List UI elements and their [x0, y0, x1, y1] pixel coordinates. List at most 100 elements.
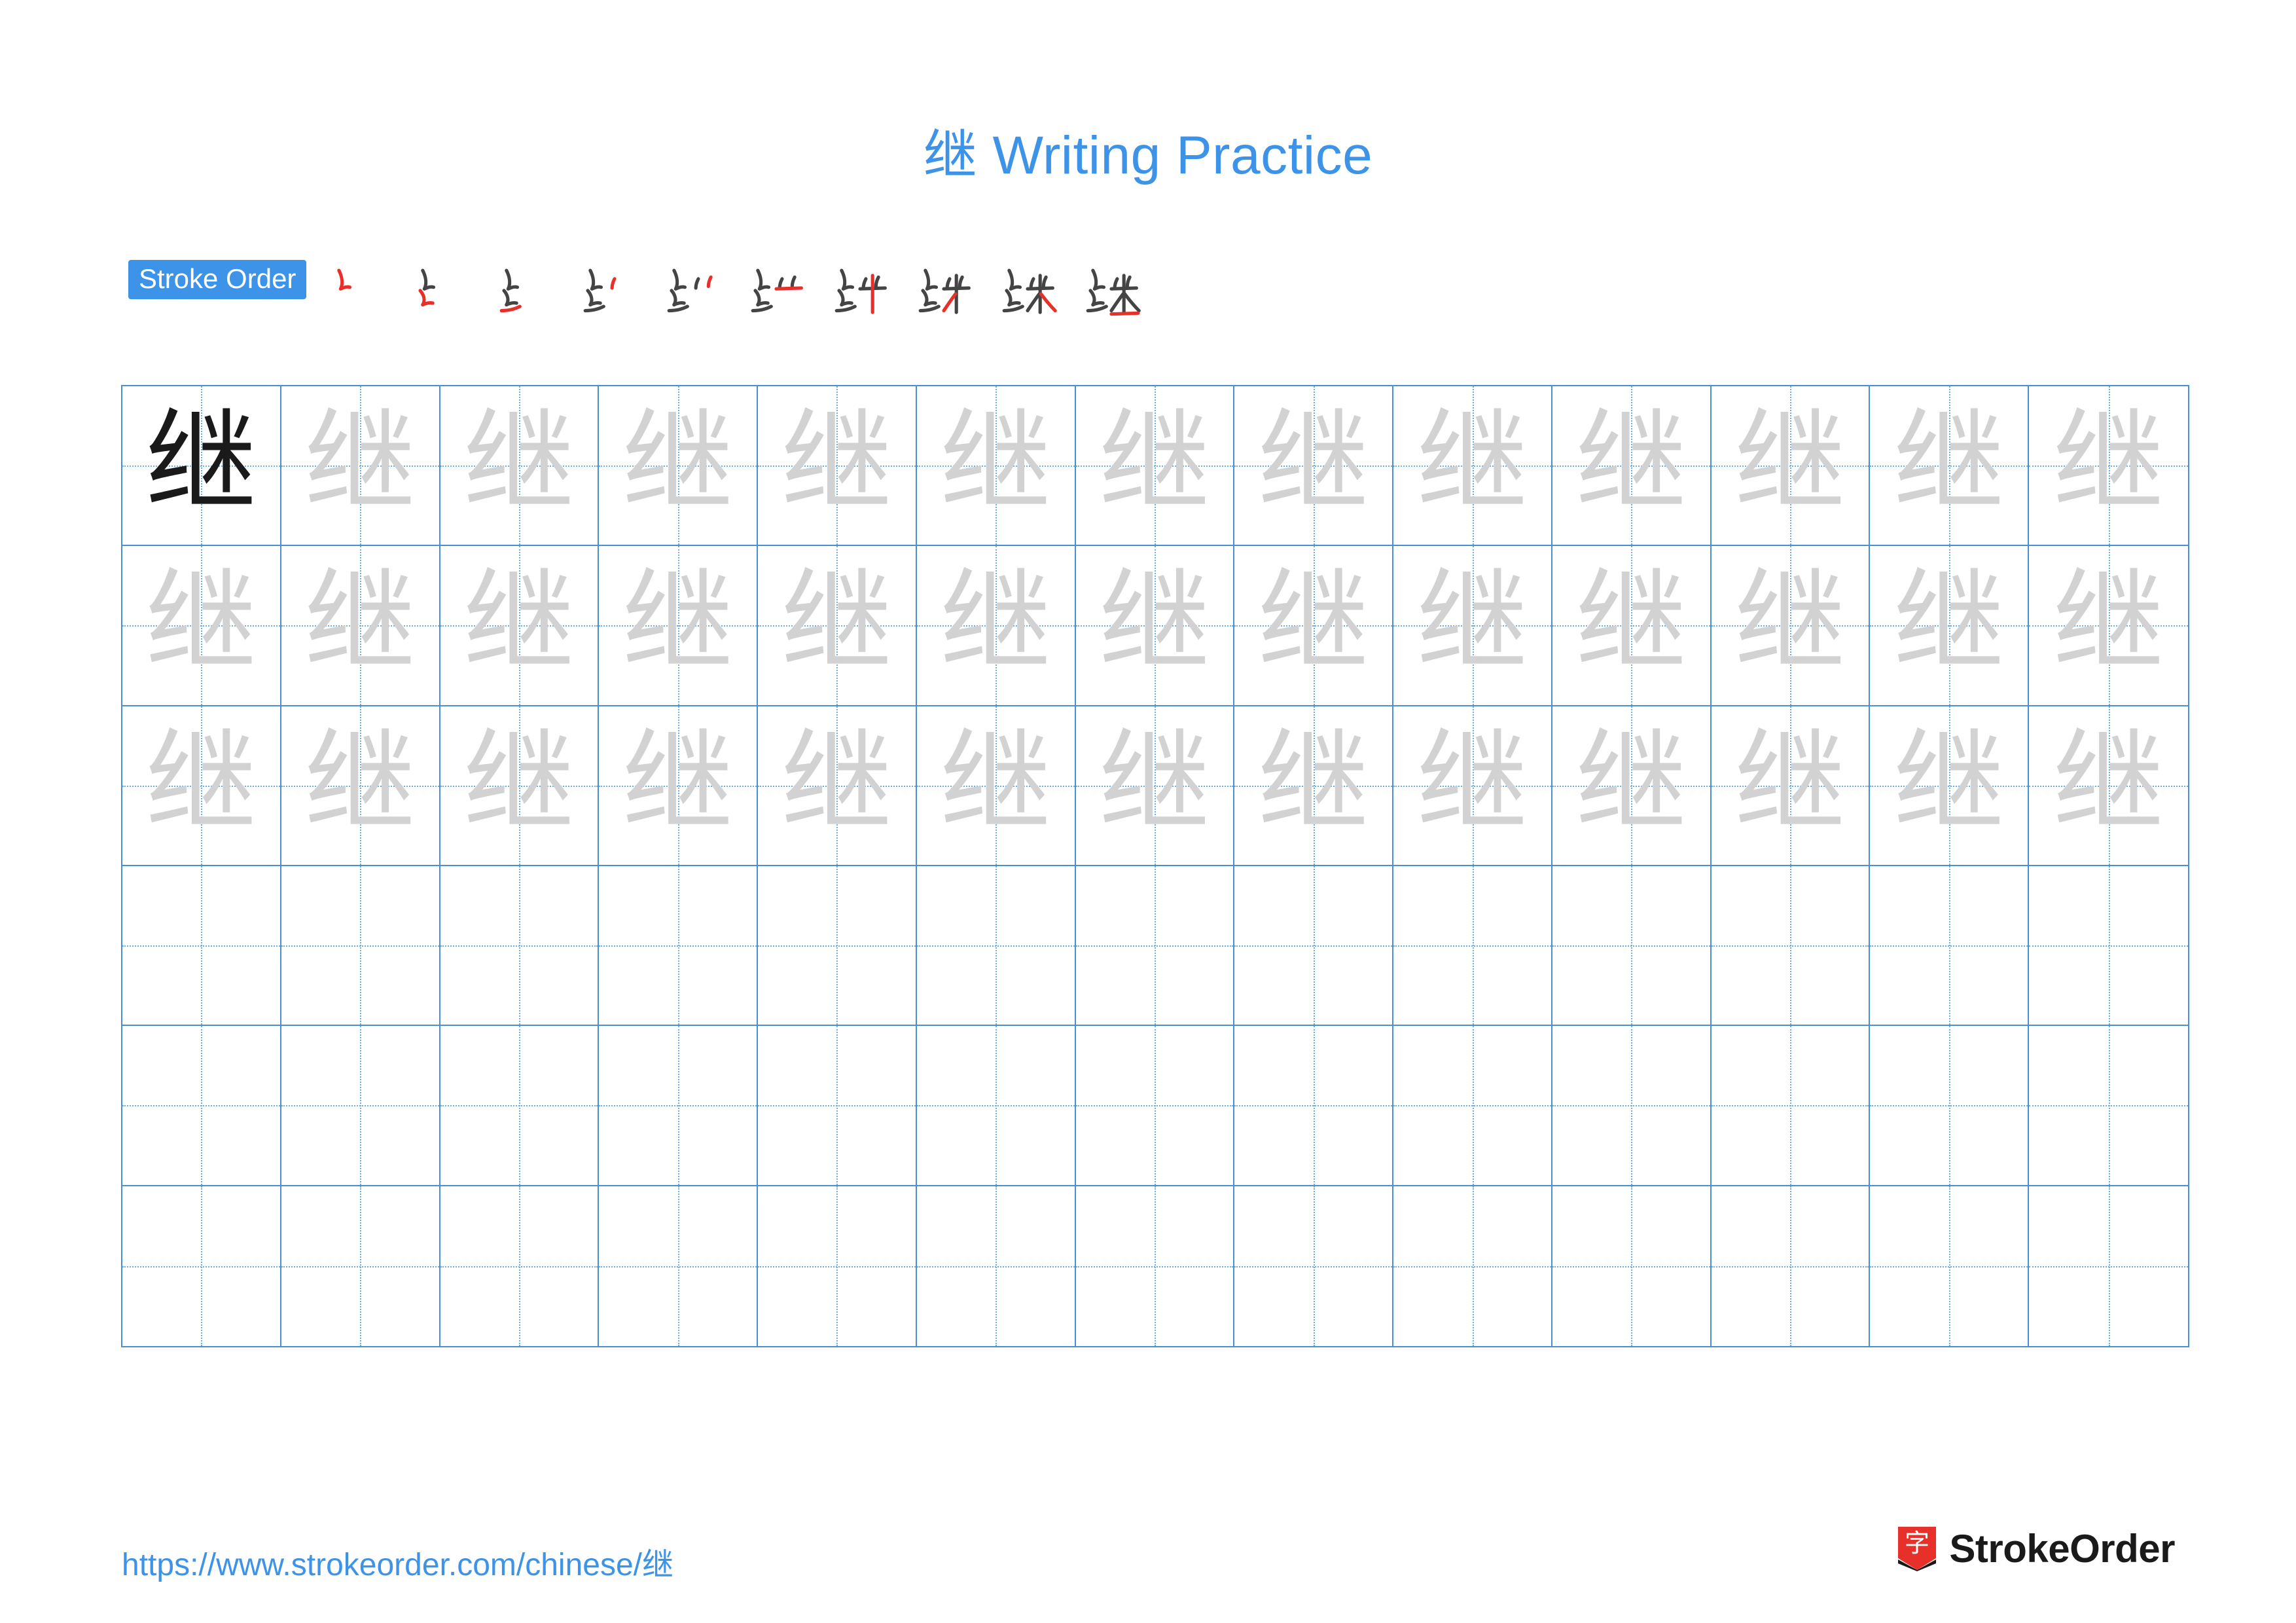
- practice-cell[interactable]: [1393, 866, 1552, 1027]
- practice-cell[interactable]: [758, 866, 917, 1027]
- practice-cell[interactable]: [440, 1026, 600, 1186]
- practice-cell[interactable]: [1711, 1026, 1871, 1186]
- practice-cell[interactable]: [281, 866, 440, 1027]
- practice-cell[interactable]: 继: [1393, 386, 1552, 547]
- tracing-character: 继: [463, 718, 575, 848]
- practice-cell[interactable]: [758, 1026, 917, 1186]
- practice-cell[interactable]: [1075, 1026, 1235, 1186]
- practice-cell[interactable]: 继: [1552, 386, 1712, 547]
- practice-cell[interactable]: 继: [281, 386, 440, 547]
- practice-cell[interactable]: 继: [1234, 706, 1394, 866]
- practice-cell[interactable]: [599, 866, 759, 1027]
- practice-cell[interactable]: 继: [440, 706, 600, 866]
- practice-cell[interactable]: 继: [1711, 386, 1871, 547]
- blank-cell: [2029, 866, 2188, 1025]
- practice-cell[interactable]: 继: [122, 706, 281, 866]
- blank-cell: [917, 1186, 1075, 1346]
- practice-cell[interactable]: 继: [916, 386, 1076, 547]
- practice-cell[interactable]: 继: [758, 546, 917, 706]
- practice-cell[interactable]: [599, 1026, 759, 1186]
- practice-cell[interactable]: 继: [1075, 386, 1235, 547]
- tracing-character: 继: [1575, 558, 1687, 688]
- practice-cell[interactable]: 继: [758, 706, 917, 866]
- stroke-step-3: [483, 240, 567, 319]
- blank-cell: [1393, 866, 1551, 1025]
- practice-cell[interactable]: 继: [122, 546, 281, 706]
- practice-cell[interactable]: 继: [1393, 546, 1552, 706]
- practice-cell[interactable]: [1870, 1026, 2030, 1186]
- practice-cell[interactable]: [281, 1186, 440, 1346]
- practice-cell[interactable]: 继: [1075, 706, 1235, 866]
- tracing-character: 继: [1893, 718, 2005, 848]
- practice-cell[interactable]: [1552, 1026, 1712, 1186]
- practice-cell[interactable]: [1711, 1186, 1871, 1346]
- tracing-character: 继: [622, 398, 734, 528]
- practice-cell[interactable]: [2029, 1026, 2188, 1186]
- practice-cell[interactable]: 继: [916, 706, 1076, 866]
- practice-cell[interactable]: [758, 1186, 917, 1346]
- practice-cell[interactable]: [916, 1186, 1076, 1346]
- practice-cell[interactable]: 继: [122, 386, 281, 547]
- practice-cell[interactable]: [440, 866, 600, 1027]
- practice-cell[interactable]: [1552, 866, 1712, 1027]
- tracing-character: 继: [940, 398, 1052, 528]
- practice-cell[interactable]: [122, 1026, 281, 1186]
- practice-cell[interactable]: [281, 1026, 440, 1186]
- blank-cell: [1393, 1186, 1551, 1346]
- blank-cell: [440, 1186, 598, 1346]
- practice-cell[interactable]: [1552, 1186, 1712, 1346]
- practice-cell[interactable]: 继: [2029, 706, 2188, 866]
- practice-cell[interactable]: 继: [2029, 546, 2188, 706]
- practice-cell[interactable]: 继: [599, 386, 759, 547]
- practice-cell[interactable]: 继: [281, 546, 440, 706]
- tracing-character: 继: [940, 718, 1052, 848]
- practice-cell[interactable]: 继: [599, 706, 759, 866]
- practice-cell[interactable]: [916, 1026, 1076, 1186]
- blank-cell: [281, 1026, 439, 1184]
- practice-cell[interactable]: 继: [1234, 546, 1394, 706]
- stroke-step-10: [1069, 240, 1153, 319]
- practice-cell[interactable]: 继: [599, 546, 759, 706]
- practice-cell[interactable]: [1075, 866, 1235, 1027]
- practice-cell[interactable]: 继: [281, 706, 440, 866]
- practice-cell[interactable]: 继: [1552, 706, 1712, 866]
- practice-cell[interactable]: 继: [440, 386, 600, 547]
- practice-cell[interactable]: [122, 866, 281, 1027]
- practice-cell[interactable]: [2029, 1186, 2188, 1346]
- practice-cell[interactable]: [599, 1186, 759, 1346]
- practice-cell[interactable]: 继: [1393, 706, 1552, 866]
- practice-cell[interactable]: [1870, 866, 2030, 1027]
- blank-cell: [1393, 1026, 1551, 1184]
- practice-cell[interactable]: [2029, 866, 2188, 1027]
- practice-cell[interactable]: [1870, 1186, 2030, 1346]
- practice-cell[interactable]: 继: [440, 546, 600, 706]
- practice-cell[interactable]: [1711, 866, 1871, 1027]
- practice-cell[interactable]: [1393, 1186, 1552, 1346]
- tracing-character: 继: [304, 718, 416, 848]
- stroke-order-label: Stroke Order: [128, 260, 307, 299]
- practice-cell[interactable]: 继: [1870, 706, 2030, 866]
- practice-cell[interactable]: [1234, 866, 1394, 1027]
- practice-cell[interactable]: 继: [916, 546, 1076, 706]
- practice-cell[interactable]: [1234, 1026, 1394, 1186]
- practice-cell[interactable]: 继: [2029, 386, 2188, 547]
- practice-cell[interactable]: 继: [1075, 546, 1235, 706]
- practice-cell[interactable]: 继: [1552, 546, 1712, 706]
- practice-cell[interactable]: 继: [1870, 546, 2030, 706]
- practice-cell[interactable]: [1234, 1186, 1394, 1346]
- practice-cell[interactable]: [1075, 1186, 1235, 1346]
- practice-cell[interactable]: 继: [1870, 386, 2030, 547]
- footer-url-link[interactable]: https://www.strokeorder.com/chinese/继: [122, 1539, 673, 1584]
- svg-text:字: 字: [1905, 1529, 1929, 1558]
- practice-cell[interactable]: 继: [758, 386, 917, 547]
- practice-cell[interactable]: 继: [1711, 706, 1871, 866]
- practice-cell[interactable]: 继: [1711, 546, 1871, 706]
- practice-cell[interactable]: [122, 1186, 281, 1346]
- practice-cell[interactable]: 继: [1234, 386, 1394, 547]
- strokeorder-logo-icon: 字: [1897, 1525, 1937, 1571]
- practice-cell[interactable]: [916, 866, 1076, 1027]
- tracing-character: 继: [304, 558, 416, 688]
- practice-cell[interactable]: [1393, 1026, 1552, 1186]
- practice-cell[interactable]: [440, 1186, 600, 1346]
- tracing-character: 继: [940, 558, 1052, 688]
